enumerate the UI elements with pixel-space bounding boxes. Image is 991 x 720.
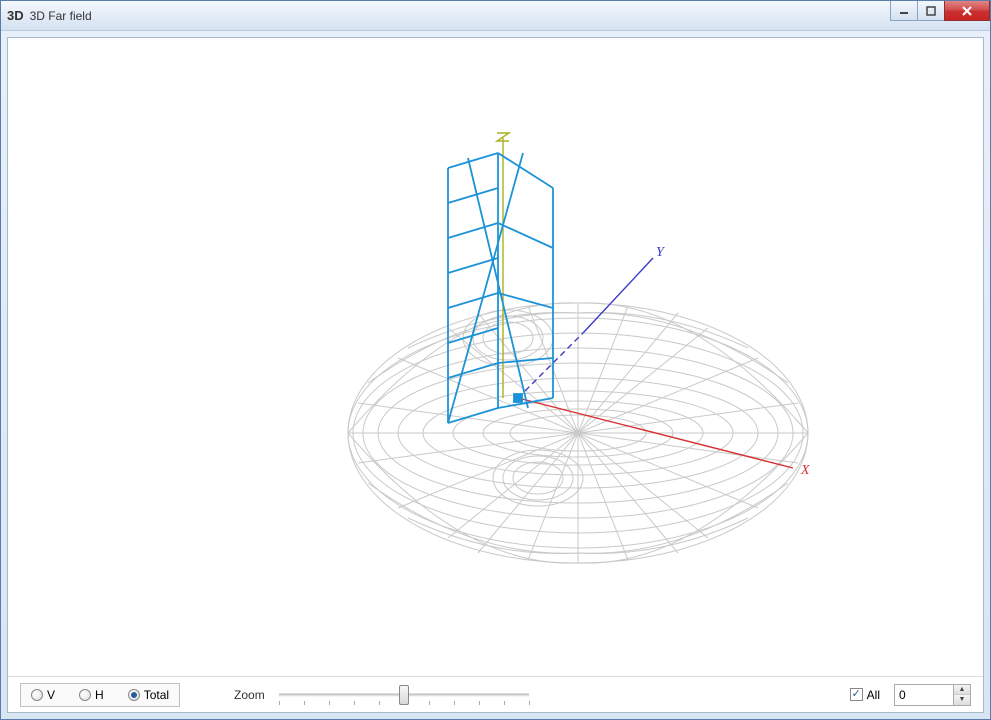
radio-total[interactable]: Total [128,688,169,702]
bottom-toolbar: V H Total Zoom [8,676,983,712]
zoom-slider[interactable] [279,683,529,707]
maximize-button[interactable] [917,1,945,21]
minimize-button[interactable] [890,1,918,21]
zoom-label: Zoom [234,688,265,702]
axis-y-label: Y [656,245,666,260]
spinner-input[interactable] [894,684,954,706]
radio-icon [79,689,91,701]
radio-v-label: V [47,688,55,702]
all-checkbox-label: All [867,688,880,702]
all-checkbox[interactable]: ✓ All [850,688,880,702]
window-buttons [891,1,990,21]
radio-h-label: H [95,688,104,702]
close-button[interactable] [944,1,990,21]
window-title: 3D Far field [30,9,984,23]
spinner-down-button[interactable]: ▼ [954,695,970,705]
maximize-icon [926,6,936,16]
farfield-mesh [348,303,808,563]
titlebar[interactable]: 3D 3D Far field [1,1,990,31]
app-window: 3D 3D Far field [0,0,991,720]
antenna-structure [448,153,553,423]
client-area: X Y [7,37,984,713]
slider-thumb[interactable] [399,685,409,705]
radio-icon [31,689,43,701]
radio-total-label: Total [144,688,169,702]
index-spinner: ▲ ▼ [894,684,971,706]
spinner-up-button[interactable]: ▲ [954,685,970,696]
radio-h[interactable]: H [79,688,104,702]
minimize-icon [899,6,909,16]
axis-x-label: X [800,463,810,478]
viewport-3d[interactable]: X Y [8,38,983,676]
checkbox-icon: ✓ [850,688,863,701]
app-icon: 3D [7,8,24,23]
radio-icon [128,689,140,701]
radio-v[interactable]: V [31,688,55,702]
polarization-radio-group: V H Total [20,683,180,707]
close-icon [961,6,973,16]
